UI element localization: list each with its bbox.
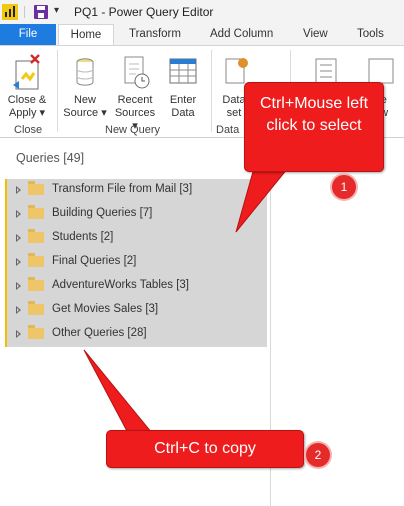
annotation-callout-2: Ctrl+C to copy — [106, 430, 304, 468]
callout-2-arrow — [83, 349, 154, 434]
step-badge-1: 1 — [332, 175, 356, 199]
callout-1-arrow — [235, 167, 290, 233]
annotation-callout-1: Ctrl+Mouse left click to select — [244, 82, 384, 172]
annotation-callout-2-text: Ctrl+C to copy — [154, 440, 256, 457]
annotation-callout-1-text: Ctrl+Mouse left click to select — [259, 95, 369, 134]
step-badge-2: 2 — [306, 443, 330, 467]
